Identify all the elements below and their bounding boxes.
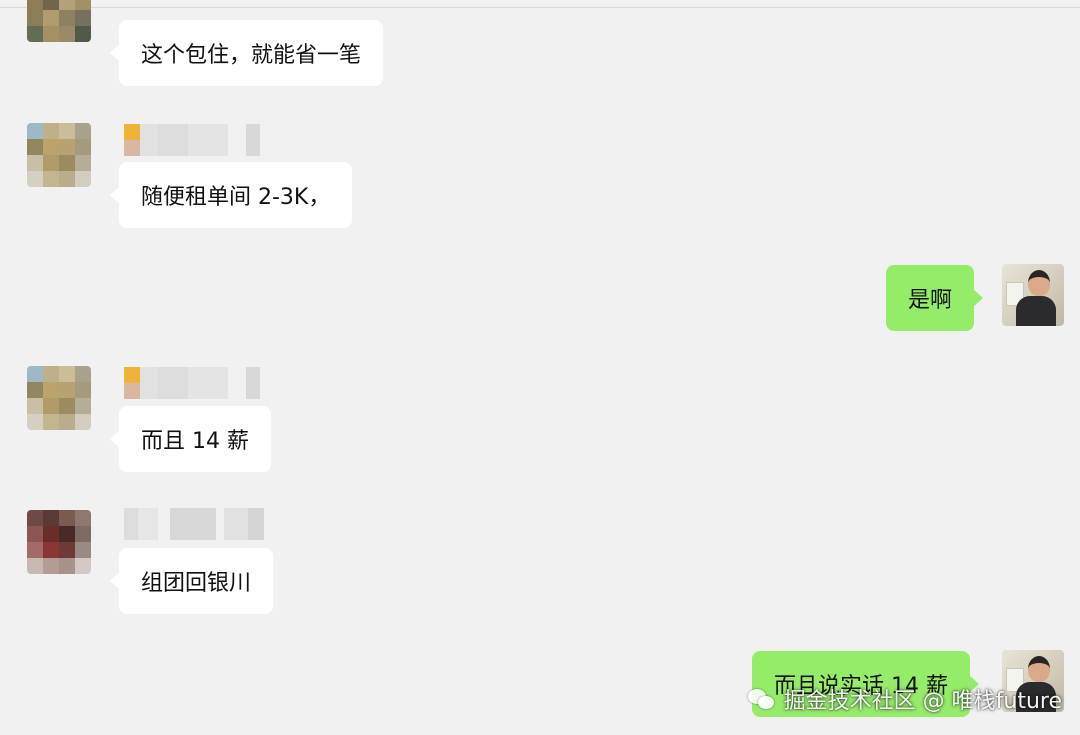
contact-avatar[interactable] bbox=[27, 510, 91, 574]
contact-name-blurred bbox=[124, 124, 260, 156]
top-divider bbox=[0, 0, 1080, 8]
avatar-body bbox=[1016, 296, 1056, 326]
contact-name-blurred bbox=[124, 367, 260, 399]
self-avatar[interactable] bbox=[1002, 264, 1064, 326]
message-text: 随便租单间 2-3K， bbox=[141, 185, 331, 210]
message-text: 组团回银川 bbox=[141, 571, 252, 596]
avatar-head bbox=[1028, 270, 1050, 296]
contact-avatar[interactable] bbox=[27, 366, 91, 430]
message-text: 是啊 bbox=[908, 288, 953, 313]
contact-avatar[interactable] bbox=[27, 123, 91, 187]
watermark: 掘金技术社区 @ 唯栈future bbox=[747, 683, 1062, 715]
wechat-icon bbox=[747, 687, 776, 711]
contact-avatar[interactable] bbox=[27, 0, 91, 42]
message-text: 这个包住，就能省一笔 bbox=[141, 43, 362, 68]
message-bubble[interactable]: 这个包住，就能省一笔 bbox=[109, 20, 384, 86]
contact-name-blurred bbox=[124, 508, 264, 540]
message-text: 而且 14 薪 bbox=[141, 429, 249, 454]
message-bubble[interactable]: 随便租单间 2-3K， bbox=[109, 162, 353, 228]
avatar-head bbox=[1028, 656, 1050, 682]
watermark-text: 掘金技术社区 @ 唯栈future bbox=[783, 689, 1062, 714]
message-bubble[interactable]: 而且 14 薪 bbox=[110, 406, 271, 472]
message-bubble-outgoing[interactable]: 是啊 bbox=[886, 265, 984, 331]
message-bubble[interactable]: 组团回银川 bbox=[109, 548, 274, 614]
